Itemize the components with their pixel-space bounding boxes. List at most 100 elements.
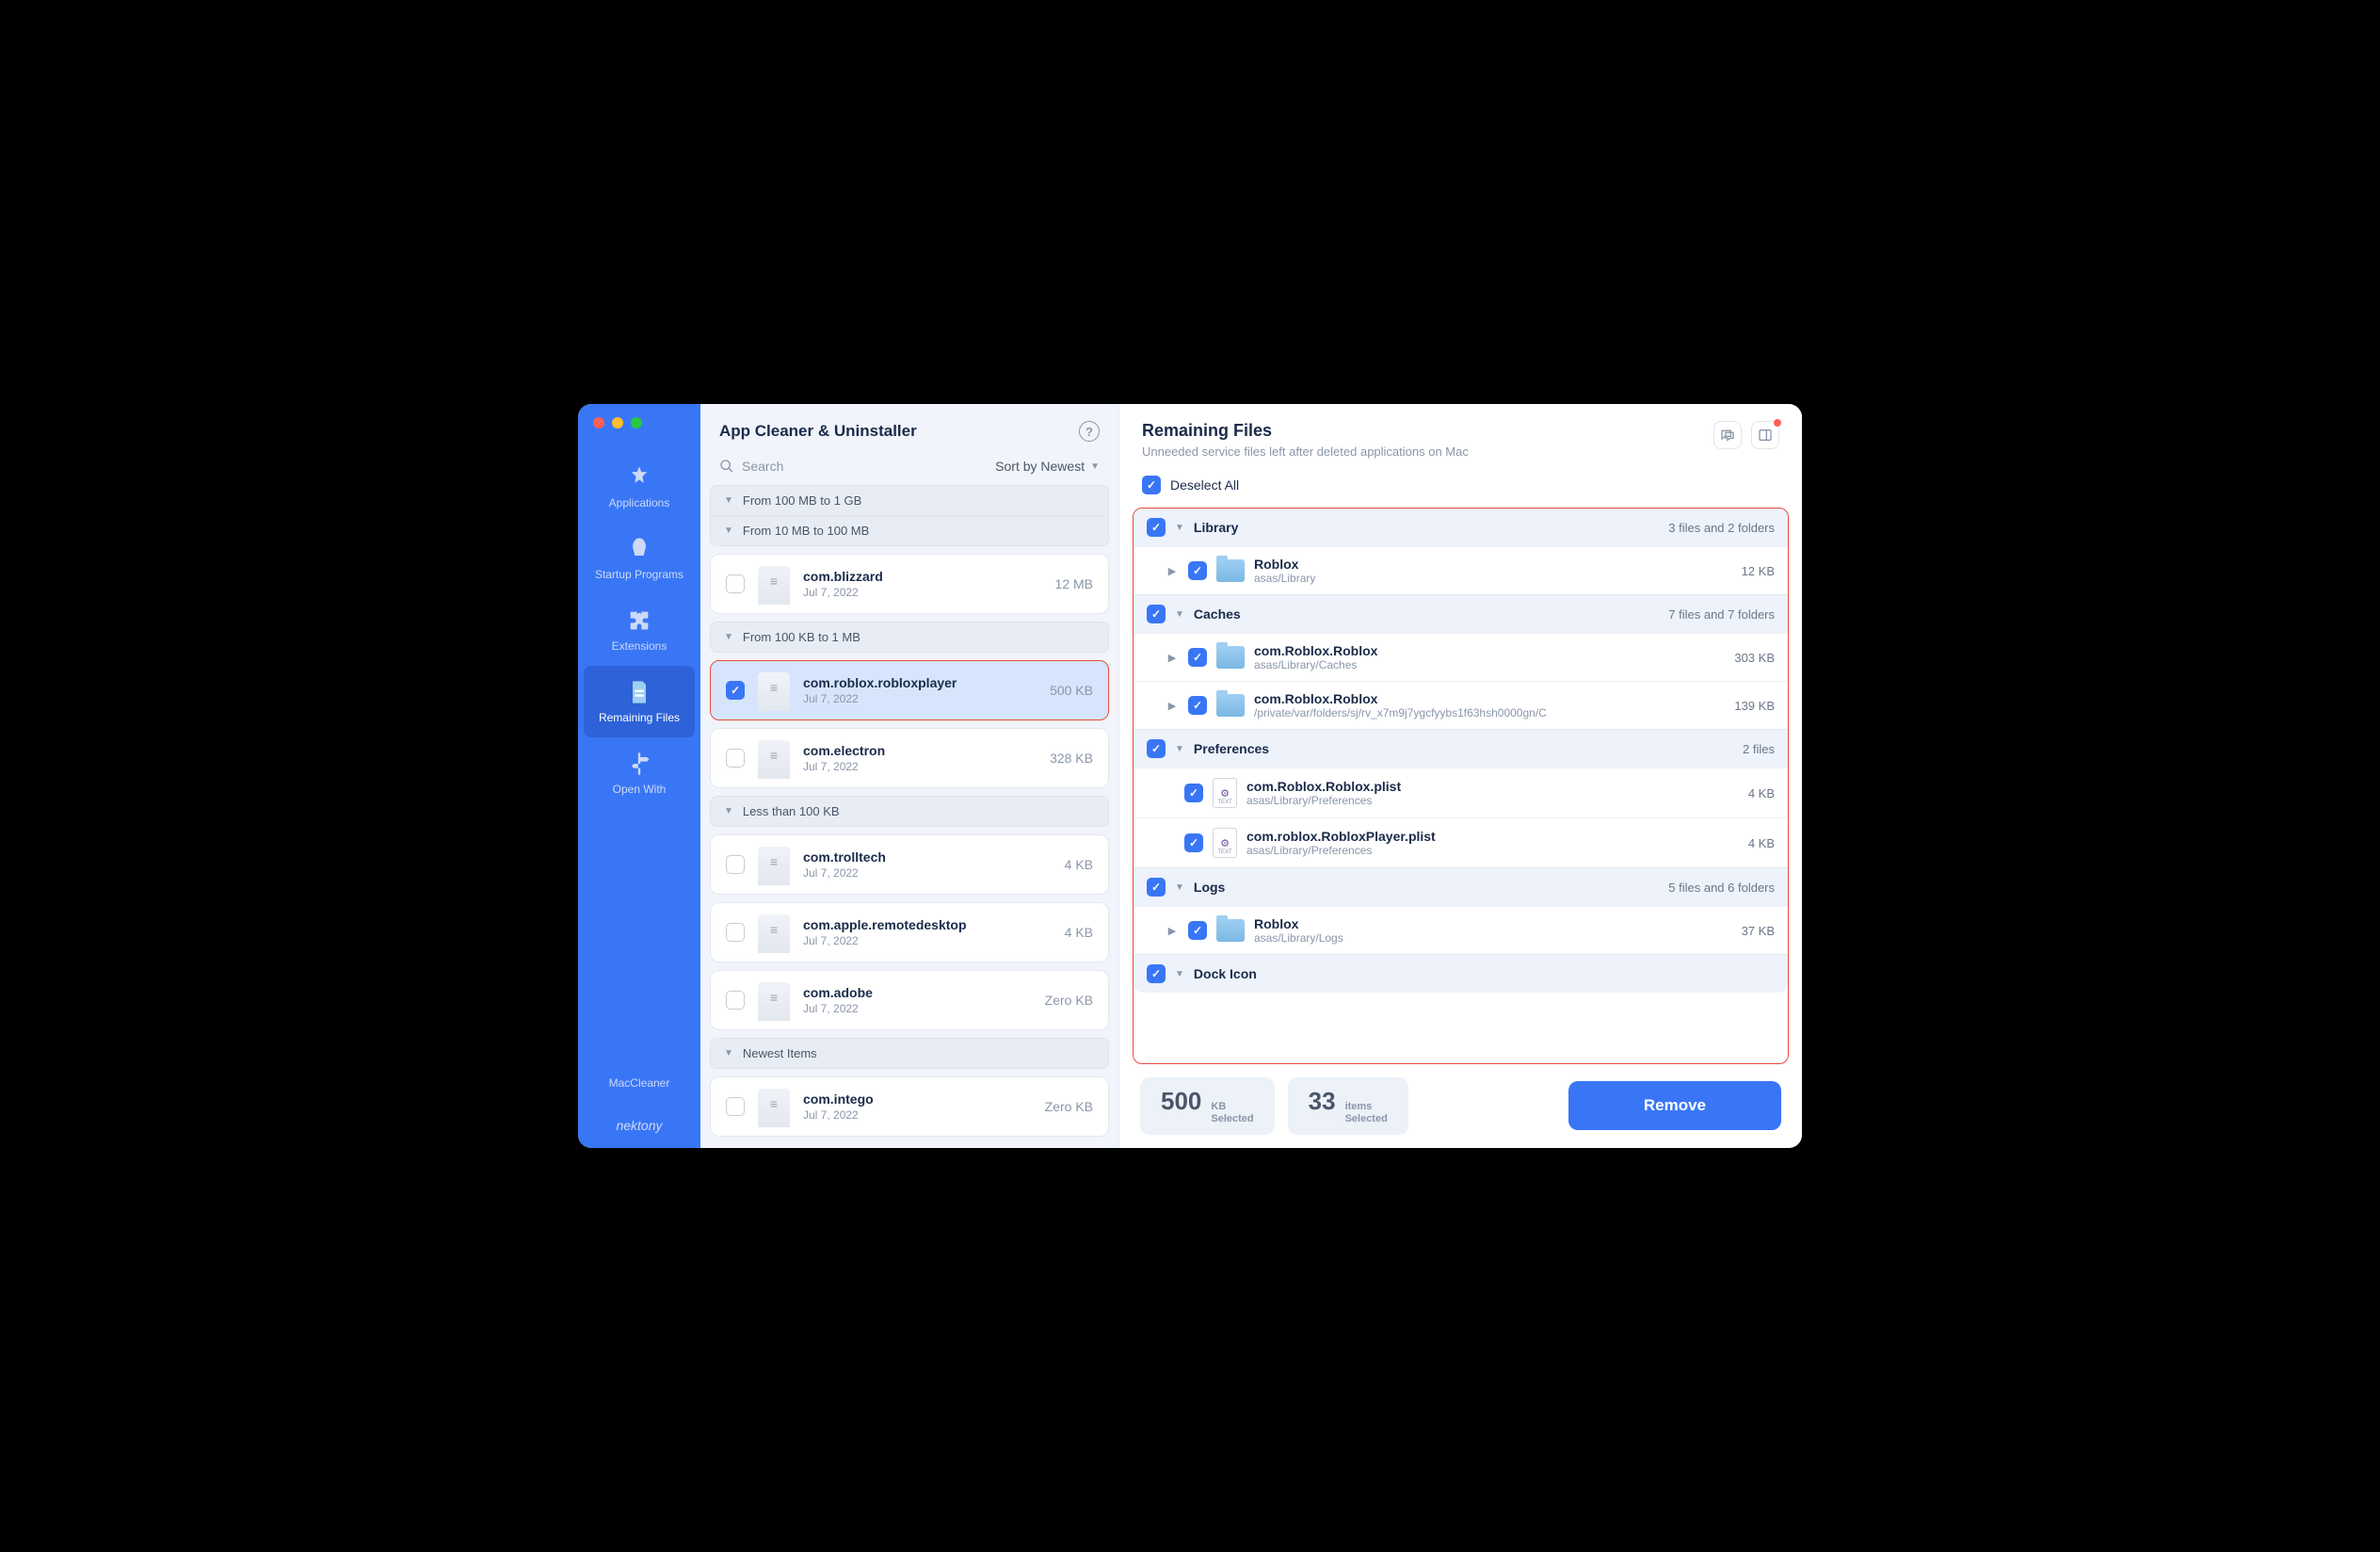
chat-icon[interactable] [1713,421,1742,449]
category-preferences[interactable]: ▼ Preferences 2 files [1134,729,1788,768]
chevron-down-icon: ▼ [724,806,733,816]
file-name: com.Roblox.Roblox [1254,691,1725,706]
close-icon[interactable] [593,417,604,428]
category-library[interactable]: ▼ Library 3 files and 2 folders [1134,509,1788,546]
category-dock-icon[interactable]: ▼ Dock Icon [1134,954,1788,993]
sidebar-toggle-icon[interactable] [1751,421,1779,449]
app-name: com.apple.remotedesktop [803,917,1052,932]
file-name: Roblox [1254,557,1732,572]
app-item[interactable]: com.trolltech Jul 7, 2022 4 KB [710,834,1109,895]
file-path: /private/var/folders/sj/rv_x7m9j7ygcfyyb… [1254,706,1725,719]
chevron-right-icon[interactable]: ▶ [1166,700,1179,712]
ghost-file-icon [758,1089,790,1124]
file-name: com.Roblox.Roblox [1254,643,1725,658]
app-size: Zero KB [1045,1099,1093,1114]
file-name: com.Roblox.Roblox.plist [1246,779,1739,794]
app-window: Applications Startup Programs Extensions… [578,404,1802,1148]
checkbox-checked[interactable] [1147,739,1166,758]
ghost-file-icon [758,982,790,1018]
checkbox-checked[interactable] [1188,696,1207,715]
chevron-down-icon: ▼ [1090,461,1100,472]
snowflake-icon [626,1044,652,1071]
checkbox[interactable] [726,749,745,768]
size-group-header[interactable]: ▼ From 10 MB to 100 MB [710,516,1109,546]
app-item[interactable]: com.apple.remotedesktop Jul 7, 2022 4 KB [710,902,1109,962]
folder-icon [1216,694,1245,717]
app-item[interactable]: com.intego Jul 7, 2022 Zero KB [710,1076,1109,1137]
checkbox-checked[interactable] [1184,784,1203,802]
nav-label: Remaining Files [599,711,680,724]
ghost-file-icon [758,672,790,708]
sidebar-item-extensions[interactable]: Extensions [578,594,700,666]
minimize-icon[interactable] [612,417,623,428]
file-path: asas/Library/Preferences [1246,844,1739,857]
checkbox-checked[interactable] [1147,605,1166,623]
checkbox-checked[interactable] [1188,561,1207,580]
file-row[interactable]: ▶ com.Roblox.Roblox /private/var/folders… [1134,681,1788,729]
checkbox-checked[interactable] [1184,833,1203,852]
maximize-icon[interactable] [631,417,642,428]
checkbox-checked[interactable] [1147,964,1166,983]
chevron-down-icon: ▼ [724,495,733,506]
checkbox[interactable] [726,991,745,1010]
app-date: Jul 7, 2022 [803,934,1052,947]
sort-dropdown[interactable]: Sort by Newest ▼ [995,459,1100,474]
app-date: Jul 7, 2022 [803,760,1037,773]
signpost-icon [626,751,652,777]
size-group-header[interactable]: ▼ From 100 MB to 1 GB [710,485,1109,516]
app-item[interactable]: com.adobe Jul 7, 2022 Zero KB [710,970,1109,1030]
sidebar-item-openwith[interactable]: Open With [578,737,700,809]
file-row[interactable]: ▶ Roblox asas/Library/Logs 37 KB [1134,906,1788,954]
app-item[interactable]: com.electron Jul 7, 2022 328 KB [710,728,1109,788]
file-row[interactable]: TEXT com.Roblox.Roblox.plist asas/Librar… [1134,768,1788,817]
search-icon [719,459,734,474]
sidebar-item-applications[interactable]: Applications [578,451,700,523]
checkbox[interactable] [726,855,745,874]
checkbox[interactable] [726,923,745,942]
app-size: 4 KB [1065,925,1093,940]
checkbox-checked[interactable] [726,681,745,700]
checkbox-checked[interactable] [1147,518,1166,537]
size-group-header[interactable]: ▼ Less than 100 KB [710,796,1109,827]
selected-size-stat: 500 KB Selected [1140,1077,1275,1135]
nav-label: Open With [613,783,667,796]
search-input[interactable]: Search [719,459,783,474]
file-path: asas/Library/Logs [1254,931,1732,945]
category-logs[interactable]: ▼ Logs 5 files and 6 folders [1134,867,1788,906]
help-icon[interactable]: ? [1079,421,1100,442]
sidebar-item-remaining[interactable]: Remaining Files [584,666,695,737]
app-item[interactable]: com.blizzard Jul 7, 2022 12 MB [710,554,1109,614]
app-name: com.blizzard [803,569,1042,584]
file-row[interactable]: ▶ Roblox asas/Library 12 KB [1134,546,1788,594]
ghost-file-icon [758,847,790,882]
file-size: 37 KB [1742,924,1775,938]
ghost-file-icon [758,740,790,776]
file-row[interactable]: TEXT com.roblox.RobloxPlayer.plist asas/… [1134,817,1788,867]
sidebar-item-startup[interactable]: Startup Programs [578,523,700,594]
app-date: Jul 7, 2022 [803,692,1037,705]
file-size: 303 KB [1734,651,1775,665]
file-row[interactable]: ▶ com.Roblox.Roblox asas/Library/Caches … [1134,633,1788,681]
checkbox[interactable] [726,1097,745,1116]
app-date: Jul 7, 2022 [803,866,1052,880]
size-group-header[interactable]: ▼ Newest Items [710,1038,1109,1069]
chevron-right-icon[interactable]: ▶ [1166,565,1179,577]
checkbox[interactable] [726,574,745,593]
chevron-right-icon[interactable]: ▶ [1166,652,1179,664]
checkbox-checked[interactable] [1188,921,1207,940]
sidebar-item-maccleaner[interactable]: MacCleaner [578,1031,700,1103]
nav-label: MacCleaner [609,1076,670,1090]
puzzle-icon [626,607,652,634]
checkbox-checked[interactable] [1188,648,1207,667]
apps-panel: App Cleaner & Uninstaller ? Search Sort … [700,404,1119,1148]
category-caches[interactable]: ▼ Caches 7 files and 7 folders [1134,594,1788,633]
file-path: asas/Library/Preferences [1246,794,1739,807]
size-group-header[interactable]: ▼ From 100 KB to 1 MB [710,622,1109,653]
chevron-right-icon[interactable]: ▶ [1166,925,1179,937]
chevron-down-icon: ▼ [724,525,733,536]
checkbox-checked[interactable] [1147,878,1166,897]
remove-button[interactable]: Remove [1568,1081,1781,1130]
detail-title: Remaining Files [1142,421,1469,441]
app-item-selected[interactable]: com.roblox.robloxplayer Jul 7, 2022 500 … [710,660,1109,720]
deselect-all-checkbox[interactable] [1142,476,1161,494]
